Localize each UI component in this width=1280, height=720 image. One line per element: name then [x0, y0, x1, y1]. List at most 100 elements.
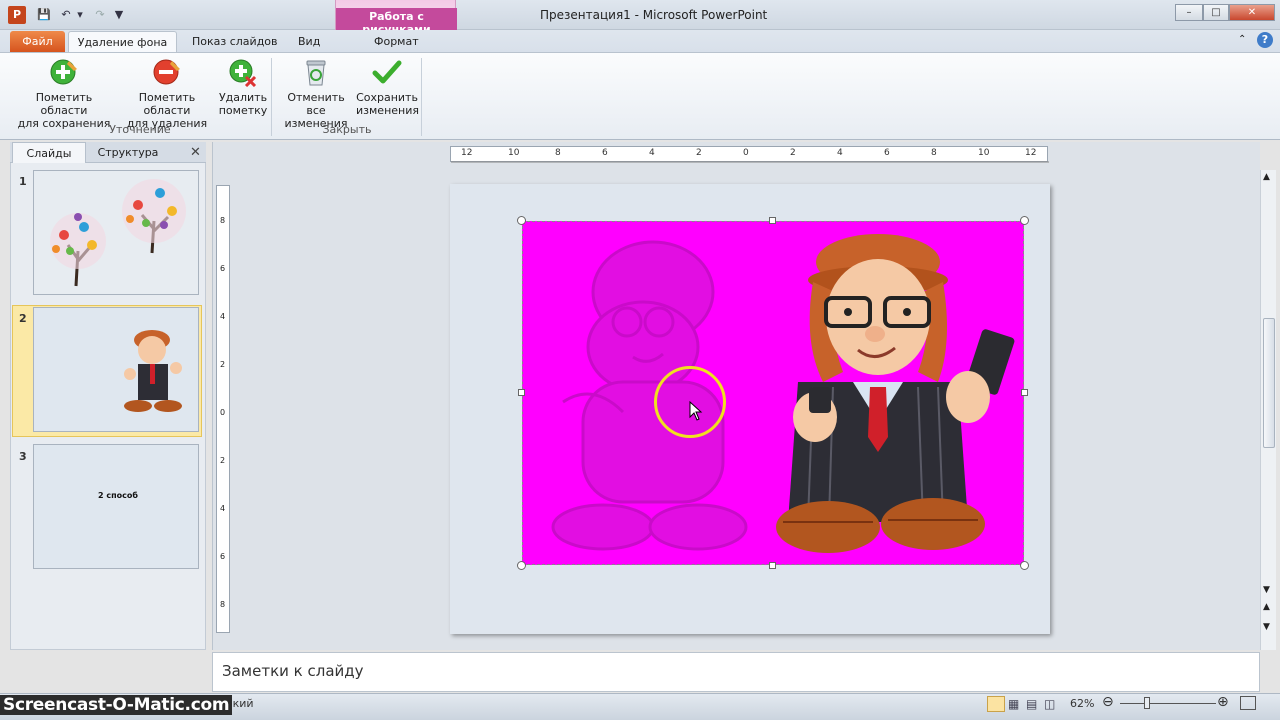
previous-slide-icon[interactable]: ▲ [1263, 602, 1270, 612]
ruler-label: 8 [220, 216, 226, 225]
maximize-button[interactable]: □ [1203, 4, 1229, 21]
cartoon-characters-image [551, 234, 1015, 553]
background-removal-picture[interactable] [522, 221, 1024, 565]
notes-placeholder[interactable]: Заметки к слайду [222, 662, 364, 680]
zoom-slider-thumb[interactable] [1144, 697, 1150, 709]
zoom-in-icon[interactable]: ⊕ [1217, 694, 1229, 710]
slide-number: 1 [19, 175, 27, 188]
tab-view[interactable]: Вид [286, 31, 332, 52]
save-icon[interactable]: 💾 [36, 7, 52, 23]
resize-handle[interactable] [518, 389, 525, 396]
group-label-close: Закрыть [322, 123, 372, 136]
tab-format[interactable]: Формат [362, 31, 431, 52]
ruler-label: 0 [743, 148, 749, 158]
undo-icon[interactable]: ↶ [58, 7, 74, 23]
tab-remove-background[interactable]: Удаление фона [68, 31, 177, 52]
ruler-label: 2 [220, 360, 226, 369]
horizontal-ruler: 12 10 8 6 4 2 0 2 4 6 8 10 12 [450, 146, 1049, 163]
undo-dropdown-icon[interactable]: ▾ [76, 7, 84, 23]
discard-label-1: Отменить все [287, 91, 345, 117]
mark-areas-to-remove-button[interactable]: Пометить области для удаления [116, 56, 218, 130]
cartoon-man-thumbnail [34, 308, 198, 431]
resize-handle[interactable] [769, 217, 776, 224]
close-button[interactable]: ✕ [1229, 4, 1275, 21]
plus-pencil-icon [50, 59, 77, 85]
ruler-label: 8 [220, 600, 226, 609]
ruler-ticks [451, 161, 1049, 163]
ruler-label: 6 [884, 148, 890, 158]
resize-handle[interactable] [769, 562, 776, 569]
ruler-label: 10 [508, 148, 520, 158]
ruler-label: 0 [220, 408, 226, 417]
minus-pencil-icon [153, 59, 180, 85]
ruler-label: 8 [555, 148, 561, 158]
ruler-label: 4 [649, 148, 655, 158]
ruler-label: 2 [696, 148, 702, 158]
ruler-label: 2 [220, 456, 226, 465]
slide-thumbnail-3[interactable]: 2 способ [33, 444, 199, 569]
mouse-pointer-icon [689, 401, 703, 421]
notes-pane[interactable] [212, 652, 1260, 692]
scroll-thumb[interactable] [1263, 318, 1275, 448]
ruler-label: 4 [220, 312, 226, 321]
next-slide-icon[interactable]: ▼ [1263, 622, 1270, 632]
ruler-label: 6 [602, 148, 608, 158]
resize-handle[interactable] [517, 561, 526, 570]
zoom-out-icon[interactable]: ⊖ [1102, 694, 1114, 710]
ruler-label: 12 [1025, 148, 1037, 158]
resize-handle[interactable] [1020, 561, 1029, 570]
vertical-scrollbar[interactable]: ▲ ▼ ▲ ▼ [1260, 170, 1276, 650]
slide-number: 3 [19, 450, 27, 463]
slide-thumbnail-1[interactable] [33, 170, 199, 295]
ruler-label: 8 [931, 148, 937, 158]
keep-label-1: Сохранить [356, 91, 418, 104]
tab-outline[interactable]: Структура [88, 142, 168, 163]
resize-handle[interactable] [517, 216, 526, 225]
delete-mark-label-2: пометку [218, 104, 268, 117]
reading-view-icon[interactable]: ▤ [1026, 697, 1037, 711]
minimize-button[interactable]: – [1175, 4, 1203, 21]
screencast-watermark: Screencast-O-Matic.com [0, 695, 233, 715]
ruler-label: 12 [461, 148, 473, 158]
group-label-refine: Уточнение [109, 123, 171, 136]
tab-slides[interactable]: Слайды [12, 142, 86, 163]
tab-file[interactable]: Файл [10, 31, 65, 52]
fit-to-window-icon[interactable] [1240, 696, 1256, 710]
help-icon[interactable]: ? [1257, 32, 1273, 48]
delete-mark-label-1: Удалить [218, 91, 268, 104]
ruler-label: 10 [978, 148, 990, 158]
slide-number: 2 [19, 312, 27, 325]
checkmark-icon [372, 60, 402, 84]
slide-thumbnail-2[interactable] [33, 307, 199, 432]
redo-icon[interactable]: ↷ [92, 7, 108, 23]
keep-changes-button[interactable]: Сохранить изменения [356, 56, 419, 128]
delete-mark-button[interactable]: Удалить пометку [218, 56, 268, 128]
customize-qat-icon[interactable]: ▼ [114, 7, 124, 23]
slide-3-text: 2 способ [98, 491, 138, 500]
discard-all-changes-button[interactable]: Отменить все изменения [276, 56, 356, 130]
tab-slideshow[interactable]: Показ слайдов [180, 31, 290, 52]
powerpoint-app-icon[interactable]: P [8, 6, 26, 24]
keep-label-2: изменения [356, 104, 419, 117]
slide-sorter-icon[interactable]: ▦ [1008, 697, 1019, 711]
ruler-label: 4 [837, 148, 843, 158]
ruler-label: 2 [790, 148, 796, 158]
mark-keep-label-1: Пометить области [35, 91, 93, 117]
resize-handle[interactable] [1020, 216, 1029, 225]
close-pane-icon[interactable]: ✕ [190, 145, 201, 160]
normal-view-icon[interactable] [987, 696, 1005, 712]
vertical-ruler: 8 6 4 2 0 2 4 6 8 [216, 185, 230, 633]
slideshow-view-icon[interactable]: ◫ [1044, 697, 1055, 711]
zoom-level[interactable]: 62% [1070, 697, 1094, 710]
mark-remove-label-1: Пометить области [138, 91, 196, 117]
scroll-up-icon[interactable]: ▲ [1263, 172, 1270, 182]
mark-areas-to-keep-button[interactable]: Пометить области для сохранения [12, 56, 116, 130]
recycle-bin-icon [306, 60, 326, 86]
resize-handle[interactable] [1021, 389, 1028, 396]
scroll-down-icon[interactable]: ▼ [1263, 585, 1270, 595]
collapse-ribbon-icon[interactable]: ⌃ [1238, 34, 1246, 45]
window-title: Презентация1 - Microsoft PowerPoint [540, 8, 768, 22]
ruler-label: 6 [220, 264, 226, 273]
group-separator [421, 58, 422, 136]
zoom-slider-track[interactable] [1120, 703, 1216, 704]
